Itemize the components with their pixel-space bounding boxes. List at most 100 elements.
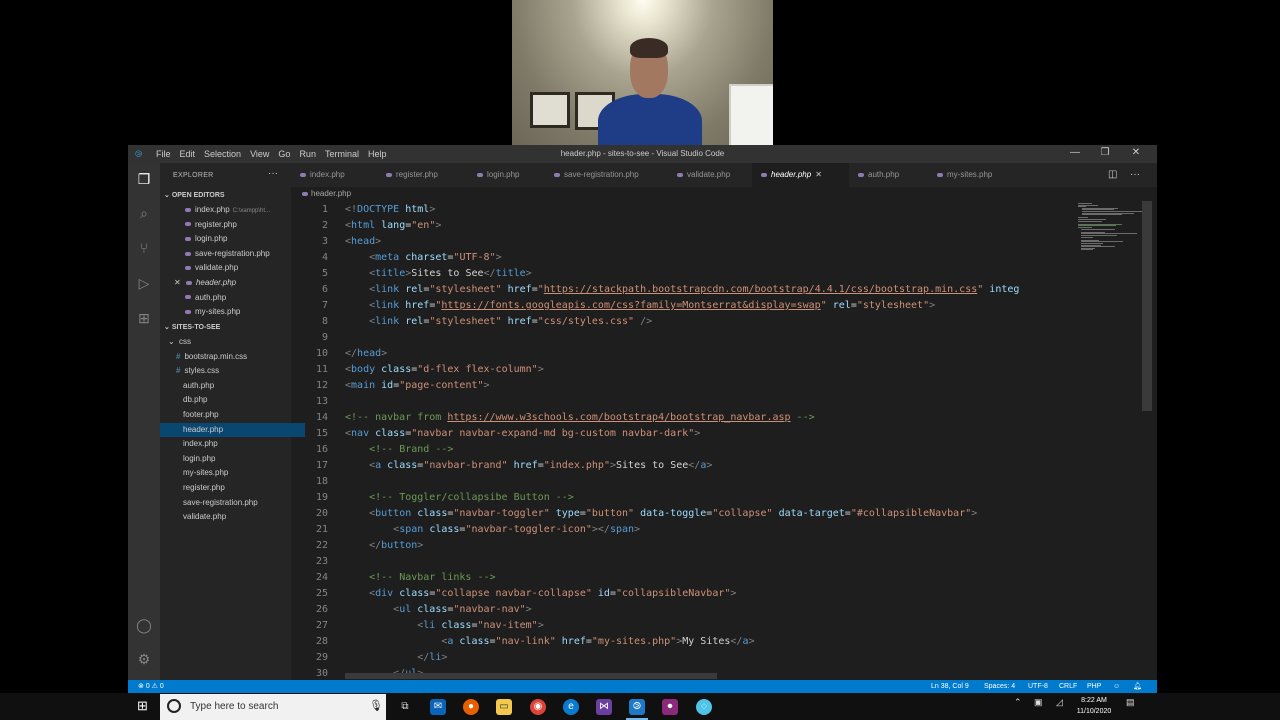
code-token: href (555, 636, 586, 647)
code-text: </head> (345, 346, 387, 362)
line-ending[interactable]: CRLF (1059, 680, 1077, 693)
code-token: /> (634, 316, 653, 327)
tab-validate[interactable]: validate.php (668, 163, 752, 187)
file-explorer-icon[interactable]: ▭ (496, 699, 512, 715)
globe-app-icon[interactable]: ◌ (696, 699, 712, 715)
file-item[interactable]: db.php (160, 393, 305, 407)
menu-item-selection[interactable]: Selection (204, 149, 241, 159)
notifications-icon[interactable]: 🔔︎ (1133, 680, 1142, 693)
php-file-icon (477, 172, 483, 177)
run-debug-icon[interactable]: ▷ (136, 275, 152, 291)
vertical-scrollbar[interactable] (1142, 201, 1152, 411)
source-control-icon[interactable]: ⑂ (136, 240, 152, 256)
file-item[interactable]: validate.php (160, 510, 305, 524)
code-text: </button> (345, 538, 423, 554)
code-token: "my-sites.php" (591, 636, 677, 647)
menu-item-terminal[interactable]: Terminal (325, 149, 359, 159)
tab-index[interactable]: index.php (291, 163, 377, 187)
menu-item-go[interactable]: Go (278, 149, 290, 159)
code-token: "collapse" (712, 508, 773, 519)
network-drive-icon[interactable]: ▣ (1034, 697, 1043, 708)
code-editor[interactable]: 1 <!DOCTYPE html> 2 <html lang="en"> 3 <head>… (291, 201, 1157, 680)
extensions-icon[interactable]: ⊞ (136, 310, 152, 326)
more-actions-icon[interactable]: ··· (268, 168, 278, 179)
file-item[interactable]: footer.php (160, 408, 305, 422)
code-token: </ (417, 652, 430, 663)
minimap-line (1078, 220, 1102, 222)
tab-header[interactable]: header.php ✕ (752, 163, 849, 187)
line-number: 6 (321, 284, 328, 295)
code-token: > (634, 524, 641, 535)
vscode-taskbar-icon[interactable]: ⧁ (629, 699, 645, 715)
code-text: <head> (345, 234, 381, 250)
restore-icon[interactable]: ❐ (1090, 147, 1120, 158)
file-item[interactable]: auth.php (160, 379, 305, 393)
tab-login[interactable]: login.php (468, 163, 545, 187)
minimize-icon[interactable]: — (1060, 147, 1090, 158)
folder-item[interactable]: ⌄ css (160, 335, 299, 349)
file-item[interactable]: # styles.css (160, 364, 307, 378)
start-icon[interactable]: ⊞ (137, 699, 151, 713)
menu-item-help[interactable]: Help (368, 149, 387, 159)
code-text: <nav class="navbar navbar-expand-md bg-c… (345, 426, 700, 442)
open-editors-header[interactable]: ⌄ OPEN EDITORS (164, 191, 225, 199)
obs-studio-icon[interactable]: ⏺ (662, 699, 678, 715)
open-editor-item[interactable]: ✕ header.php (160, 276, 305, 290)
tab-my-sites[interactable]: my-sites.php (928, 163, 1015, 187)
tab-more-actions-icon[interactable]: ··· (1130, 163, 1140, 187)
css-file-icon: # (176, 351, 181, 361)
close-icon[interactable]: ✕ (1121, 147, 1151, 158)
code-text: <li class="nav-item"> (345, 618, 543, 634)
minimap[interactable] (1078, 201, 1142, 261)
file-item[interactable]: login.php (160, 452, 305, 466)
taskbar-search[interactable]: Type here to search 🎙︎ (160, 694, 386, 720)
line-number: 1 (321, 204, 328, 215)
close-editor-icon[interactable]: ✕ (174, 278, 183, 287)
file-item[interactable]: header.php (160, 422, 305, 437)
outlook-icon[interactable]: ✉ (430, 699, 446, 715)
indentation[interactable]: Spaces: 4 (984, 680, 1015, 693)
tab-register[interactable]: register.php (377, 163, 468, 187)
code-token: class (435, 620, 472, 631)
close-tab-icon[interactable]: ✕ (815, 170, 822, 179)
task-view-icon[interactable]: ⧉ (397, 699, 413, 715)
file-item[interactable]: my-sites.php (160, 466, 305, 480)
split-editor-icon[interactable]: ◫ (1108, 163, 1117, 187)
account-icon[interactable]: ◯ (136, 617, 152, 633)
tab-auth[interactable]: auth.php (849, 163, 928, 187)
breadcrumb[interactable]: header.php (291, 187, 351, 201)
firefox-icon[interactable]: ● (463, 699, 479, 715)
problems-indicator[interactable]: ⊗ 0 ⚠ 0 (138, 680, 164, 693)
project-header[interactable]: ⌄ SITES-TO-SEE (164, 323, 220, 331)
tab-save-registration[interactable]: save-registration.php (545, 163, 668, 187)
explorer-icon[interactable]: ❐ (136, 171, 152, 187)
file-item[interactable]: register.php (160, 481, 305, 495)
tab-label: index.php (310, 170, 345, 179)
language-mode[interactable]: PHP (1087, 680, 1101, 693)
action-center-icon[interactable]: ▤ (1126, 697, 1135, 708)
tray-expand-icon[interactable]: ⌃ (1014, 697, 1022, 708)
menu-item-run[interactable]: Run (299, 149, 316, 159)
file-item[interactable]: index.php (160, 437, 305, 451)
feedback-icon[interactable]: ☺ (1113, 680, 1120, 693)
settings-gear-icon[interactable]: ⚙ (136, 651, 152, 667)
system-clock[interactable]: 8:22 AM 11/10/2020 (1069, 695, 1119, 717)
file-item[interactable]: # bootstrap.min.css (160, 350, 307, 364)
cursor-position[interactable]: Ln 38, Col 9 (931, 680, 969, 693)
code-token: id (375, 380, 394, 391)
presenter-shirt (598, 94, 702, 146)
file-item[interactable]: save-registration.php (160, 496, 305, 510)
menu-item-edit[interactable]: Edit (180, 149, 196, 159)
edge-icon[interactable]: e (563, 699, 579, 715)
wifi-icon[interactable]: ◿ (1056, 697, 1063, 708)
tab-label: header.php (771, 170, 812, 179)
code-token: "index.php" (543, 460, 610, 471)
menu-item-view[interactable]: View (250, 149, 269, 159)
chrome-icon[interactable]: ◉ (530, 699, 546, 715)
horizontal-scrollbar[interactable] (345, 673, 717, 679)
search-icon[interactable]: ⌕ (136, 205, 152, 221)
microphone-icon[interactable]: 🎙︎ (369, 699, 383, 712)
encoding[interactable]: UTF-8 (1028, 680, 1048, 693)
visual-studio-icon[interactable]: ⋈ (596, 699, 612, 715)
menu-item-file[interactable]: File (156, 149, 171, 159)
